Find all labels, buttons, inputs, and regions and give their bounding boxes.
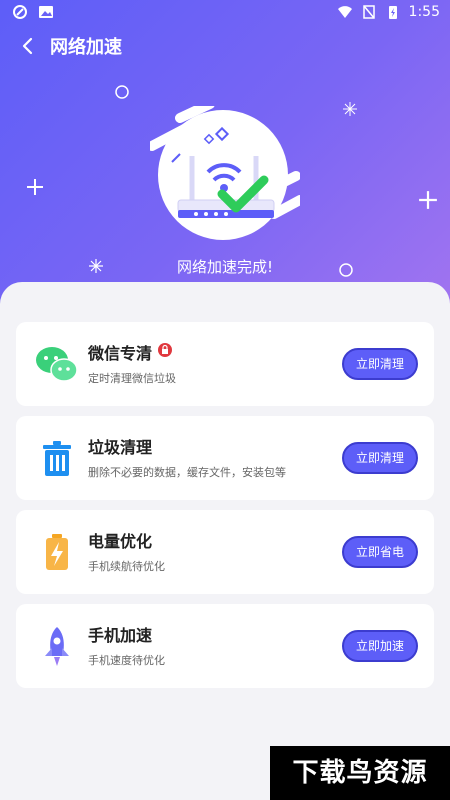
feature-list: 微信专清 定时清理微信垃圾 立即清理 垃圾清理 删除不必要的数据，缓存文件，安装… <box>0 282 450 800</box>
image-icon <box>39 6 53 18</box>
notification-icon <box>13 5 27 19</box>
plus-decoration-icon <box>419 191 437 209</box>
list-item-junk-clean: 垃圾清理 删除不必要的数据，缓存文件，安装包等 立即清理 <box>16 416 434 500</box>
clean-now-button[interactable]: 立即清理 <box>342 348 418 380</box>
wifi-icon <box>337 6 352 18</box>
item-title: 手机加速 <box>88 626 153 645</box>
wechat-icon <box>36 347 78 382</box>
item-title: 微信专清 <box>88 344 153 363</box>
sparkle-decoration-icon <box>343 102 357 116</box>
item-description: 手机速度待优化 <box>88 654 165 667</box>
list-item-wechat-clean: 微信专清 定时清理微信垃圾 立即清理 <box>16 322 434 406</box>
clean-now-button[interactable]: 立即清理 <box>342 442 418 474</box>
router-check-icon <box>171 126 275 218</box>
item-title: 电量优化 <box>88 532 153 551</box>
lock-icon <box>158 343 172 357</box>
item-description: 删除不必要的数据，缓存文件，安装包等 <box>88 466 286 479</box>
battery-charging-icon <box>388 6 397 19</box>
plus-decoration-icon <box>27 179 43 195</box>
list-item-battery-optimize: 电量优化 手机续航待优化 立即省电 <box>16 510 434 594</box>
app-header: 网络加速 <box>0 26 450 66</box>
watermark: 下载鸟资源 <box>270 746 450 800</box>
chevron-left-icon[interactable] <box>14 32 42 60</box>
item-description: 定时清理微信垃圾 <box>88 372 176 385</box>
rocket-icon <box>45 627 69 666</box>
no-signal-icon <box>362 5 375 19</box>
result-message: 网络加速完成! <box>176 258 273 276</box>
ring-decoration-icon <box>115 85 129 99</box>
battery-icon <box>46 534 68 570</box>
item-description: 手机续航待优化 <box>88 560 165 573</box>
hero-banner: 1:55 网络加速 网络加速完成! <box>0 0 450 310</box>
boost-now-button[interactable]: 立即加速 <box>342 630 418 662</box>
save-power-button[interactable]: 立即省电 <box>342 536 418 568</box>
item-title: 垃圾清理 <box>88 438 153 457</box>
trash-icon <box>43 441 71 476</box>
list-item-phone-boost: 手机加速 手机速度待优化 立即加速 <box>16 604 434 688</box>
status-bar: 1:55 <box>0 0 450 26</box>
page-title: 网络加速 <box>50 37 122 58</box>
clock: 1:55 <box>408 4 440 20</box>
